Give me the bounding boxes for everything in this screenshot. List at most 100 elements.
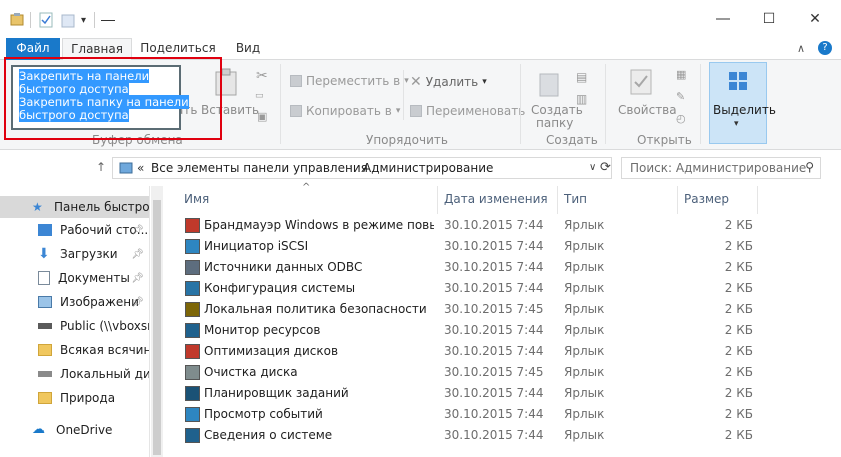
size-cell: 2 КБ (724, 281, 753, 295)
size-cell: 2 КБ (724, 260, 753, 274)
help-icon[interactable]: ? (818, 41, 832, 55)
tab-view[interactable]: Вид (224, 38, 272, 60)
breadcrumb-administration[interactable]: Администрирование (363, 161, 493, 175)
delete-button[interactable]: ✕ Удалить ▾ (410, 74, 487, 90)
table-row[interactable]: Брандмауэр Windows в режиме повы... 30.10… (164, 215, 841, 236)
size-cell: 2 КБ (724, 344, 753, 358)
column-header-size[interactable]: Размер (684, 192, 729, 206)
rename-button[interactable]: Переименовать (410, 104, 525, 118)
nav-onedrive[interactable]: ☁ OneDrive (0, 419, 149, 441)
date-cell: 30.10.2015 7:44 (444, 323, 544, 337)
new-folder-large-icon[interactable] (538, 68, 562, 98)
nav-misc-folder[interactable]: Всякая всячина (0, 339, 149, 361)
move-to-button[interactable]: Переместить в ▾ (290, 74, 409, 88)
new-folder-label-2[interactable]: папку (536, 116, 573, 130)
nav-downloads[interactable]: ⬇ Загрузки 📌︎ (0, 243, 149, 265)
address-dropdown-icon[interactable]: ∨ (589, 162, 596, 173)
new-folder-icon[interactable] (61, 12, 75, 28)
pin-icon[interactable]: 📌︎ (131, 225, 144, 236)
properties-icon[interactable] (8, 10, 26, 28)
shortcut-icon (185, 323, 200, 338)
column-header-date[interactable]: Дата изменения (444, 192, 548, 206)
chevron-up-icon[interactable]: ∧ (797, 42, 805, 55)
shortcut-icon (185, 281, 200, 296)
date-cell: 30.10.2015 7:45 (444, 302, 544, 316)
cut-icon[interactable]: ✂ (256, 68, 268, 84)
column-divider[interactable] (677, 186, 678, 214)
breadcrumb-chevron-icon[interactable]: › (349, 163, 353, 173)
pin-icon[interactable]: 📌︎ (131, 297, 144, 308)
file-name-cell: Монитор ресурсов (204, 323, 321, 337)
table-row[interactable]: Просмотр событий 30.10.2015 7:44 Ярлык 2 КБ (164, 404, 841, 425)
rename-label: Переименовать (426, 104, 526, 118)
minimize-button[interactable]: ― (700, 0, 746, 38)
table-row[interactable]: Инициатор iSCSI 30.10.2015 7:44 Ярлык 2 КБ (164, 236, 841, 257)
shortcut-icon (185, 260, 200, 275)
size-cell: 2 КБ (724, 302, 753, 316)
title-dash (101, 19, 116, 21)
new-item-icon[interactable]: ▤ (576, 70, 587, 84)
address-bar[interactable]: « Все элементы панели управления › Админ… (112, 157, 612, 179)
check-icon[interactable] (39, 12, 53, 28)
address-chevrons[interactable]: « (137, 161, 144, 175)
type-cell: Ярлык (564, 428, 605, 442)
date-cell: 30.10.2015 7:44 (444, 260, 544, 274)
table-row[interactable]: Планировщик заданий 30.10.2015 7:44 Ярлык 2… (164, 383, 841, 404)
nav-pictures[interactable]: Изображени 📌︎ (0, 291, 149, 313)
search-input[interactable]: Поиск: Администрирование ⚲ (621, 157, 821, 179)
table-row[interactable]: Монитор ресурсов 30.10.2015 7:44 Ярлык 2 КБ (164, 320, 841, 341)
search-icon[interactable]: ⚲ (805, 160, 814, 174)
table-row[interactable]: Локальная политика безопасности 30.10.201… (164, 299, 841, 320)
nav-documents[interactable]: Документы 📌︎ (0, 267, 149, 289)
file-name-cell: Оптимизация дисков (204, 344, 339, 358)
select-button[interactable]: Выделить ▾ (709, 62, 776, 144)
table-row[interactable]: Сведения о системе 30.10.2015 7:44 Ярлык 2 … (164, 425, 841, 446)
delete-x-icon: ✕ (410, 74, 422, 90)
properties-button[interactable]: Свойства (618, 103, 677, 117)
close-button[interactable]: ✕ (792, 0, 838, 38)
refresh-icon[interactable]: ⟳ (600, 160, 611, 175)
column-header-type[interactable]: Тип (564, 192, 587, 206)
customize-toolbar-icon[interactable]: ▾ (81, 15, 86, 26)
edit-icon[interactable]: ✎ (676, 90, 685, 103)
file-name-cell: Брандмауэр Windows в режиме повы... (204, 218, 434, 232)
column-divider[interactable] (557, 186, 558, 214)
nav-label: Панель быстрого (54, 200, 150, 214)
nav-nature-folder[interactable]: Природа (0, 387, 149, 409)
nav-quick-access[interactable]: ★ Панель быстрого (0, 196, 150, 218)
type-cell: Ярлык (564, 260, 605, 274)
type-cell: Ярлык (564, 239, 605, 253)
maximize-button[interactable]: ☐ (746, 0, 792, 38)
type-cell: Ярлык (564, 386, 605, 400)
nav-label: Public (\\vboxsrv (60, 319, 150, 333)
date-cell: 30.10.2015 7:44 (444, 344, 544, 358)
column-divider[interactable] (757, 186, 758, 214)
column-divider[interactable] (437, 186, 438, 214)
pin-icon[interactable]: 📌︎ (131, 249, 144, 260)
refresh-up-icon[interactable]: ↑ (96, 160, 106, 174)
table-row[interactable]: Очистка диска 30.10.2015 7:45 Ярлык 2 КБ (164, 362, 841, 383)
history-icon[interactable]: ◴ (676, 112, 686, 125)
copy-path-icon[interactable]: ▭ (255, 91, 264, 101)
table-row[interactable]: Источники данных ODBC 30.10.2015 7:44 Ярлы… (164, 257, 841, 278)
nav-scrollbar[interactable] (151, 186, 163, 457)
copy-to-button[interactable]: Копировать в ▾ (290, 104, 400, 118)
nav-local-disk[interactable]: Локальный дис (0, 363, 149, 385)
dropdown-arrow-icon: ▾ (395, 106, 401, 116)
paste-shortcut-icon[interactable]: ▣ (257, 110, 267, 123)
file-name-cell: Просмотр событий (204, 407, 323, 421)
pin-icon[interactable]: 📌︎ (131, 273, 144, 284)
table-row[interactable]: Оптимизация дисков 30.10.2015 7:44 Ярлык 2 … (164, 341, 841, 362)
highlight-box (4, 57, 222, 140)
nav-desktop[interactable]: Рабочий сто... 📌︎ (0, 219, 149, 241)
nav-public-share[interactable]: Public (\\vboxsrv (0, 315, 150, 337)
column-header-name[interactable]: Имя (184, 192, 209, 206)
shortcut-icon (185, 239, 200, 254)
properties-large-icon[interactable] (629, 68, 655, 98)
move-to-label: Переместить в (306, 74, 401, 88)
table-row[interactable]: Конфигурация системы 30.10.2015 7:44 Ярлык… (164, 278, 841, 299)
breadcrumb-control-panel[interactable]: Все элементы панели управления (151, 161, 368, 175)
new-folder-label-1[interactable]: Создать (531, 103, 583, 117)
scrollbar-thumb[interactable] (153, 200, 161, 455)
open-icon[interactable]: ▦ (676, 68, 686, 81)
